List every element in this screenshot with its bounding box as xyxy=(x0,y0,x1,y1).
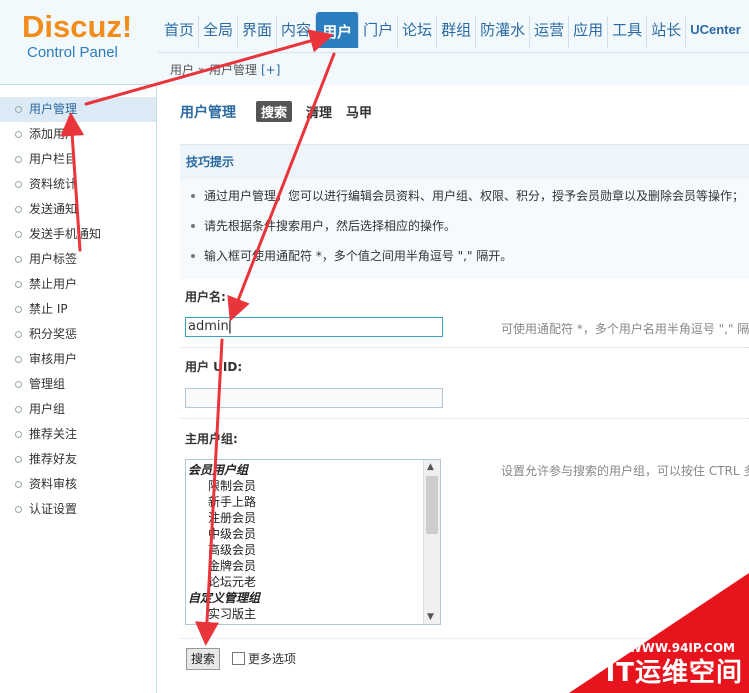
nav-tab-antispam[interactable]: 防灌水 xyxy=(476,16,531,48)
sidebar-item-send-sms[interactable]: 发送手机通知 xyxy=(0,222,156,247)
logo-brand: Discuz! xyxy=(22,9,133,44)
watermark-name: IT运维空间 xyxy=(605,658,743,688)
option-trainee-moderator[interactable]: 实习版主 xyxy=(188,606,420,622)
scroll-thumb[interactable] xyxy=(426,476,438,534)
nav-tab-webmaster[interactable]: 站长 xyxy=(647,16,687,48)
select-scrollbar[interactable]: ▲ ▼ xyxy=(423,460,440,624)
header: Discuz! Control Panel 首页 全局 界面 内容 用户 门户 … xyxy=(0,0,749,85)
option-senior-member[interactable]: 高级会员 xyxy=(188,542,420,558)
nav-tab-forum[interactable]: 论坛 xyxy=(398,16,438,48)
logo-subtitle: Control Panel xyxy=(27,44,118,61)
bullet-icon xyxy=(15,381,22,388)
watermark: WWW.94IP.COM IT运维空间 xyxy=(569,573,749,693)
bullet-icon xyxy=(15,106,22,113)
tips-heading: 技巧提示 xyxy=(180,145,749,179)
add-to-menu-link[interactable]: [+] xyxy=(261,63,280,77)
nav-tab-home[interactable]: 首页 xyxy=(160,16,200,48)
sidebar: 用户管理 添加用户 用户栏目 资料统计 发送通知 发送手机通知 用户标签 禁止用… xyxy=(0,85,157,693)
scroll-up-icon[interactable]: ▲ xyxy=(427,462,434,472)
nav-tab-tools[interactable]: 工具 xyxy=(608,16,648,48)
username-input[interactable]: admin| xyxy=(185,317,443,337)
page-tabs: 用户管理 搜索 清理 马甲 xyxy=(180,101,386,122)
sidebar-item-ban-user[interactable]: 禁止用户 xyxy=(0,272,156,297)
sidebar-item-user-fields[interactable]: 用户栏目 xyxy=(0,147,156,172)
sidebar-item-user-groups[interactable]: 用户组 xyxy=(0,397,156,422)
tip-item: 通过用户管理，您可以进行编辑会员资料、用户组、权限、积分，授予会员勋章以及删除会… xyxy=(188,183,749,213)
bullet-icon xyxy=(15,156,22,163)
sidebar-item-moderate-users[interactable]: 审核用户 xyxy=(0,347,156,372)
bullet-icon xyxy=(15,131,22,138)
bullet-icon xyxy=(15,456,22,463)
tab-clean[interactable]: 清理 xyxy=(306,102,332,121)
tab-search[interactable]: 搜索 xyxy=(256,101,293,122)
username-hint: 可使用通配符 *，多个用户名用半角逗号 "," 隔开 xyxy=(501,322,749,336)
bullet-icon xyxy=(15,231,22,238)
top-nav: 首页 全局 界面 内容 用户 门户 论坛 群组 防灌水 运营 应用 工具 站长 … xyxy=(160,8,745,48)
tab-sockpuppet[interactable]: 马甲 xyxy=(346,102,372,121)
sidebar-item-recommend-follow[interactable]: 推荐关注 xyxy=(0,422,156,447)
username-label: 用户名: xyxy=(185,290,226,304)
bullet-icon xyxy=(15,356,22,363)
tip-item: 输入框可使用通配符 *，多个值之间用半角逗号 "," 隔开。 xyxy=(188,243,749,273)
bullet-icon xyxy=(15,181,22,188)
sidebar-item-profile-stats[interactable]: 资料统计 xyxy=(0,172,156,197)
option-gold-member[interactable]: 金牌会员 xyxy=(188,558,420,574)
bullet-icon xyxy=(15,256,22,263)
nav-tab-group[interactable]: 群组 xyxy=(437,16,477,48)
more-options-checkbox[interactable]: 更多选项 xyxy=(232,650,296,667)
nav-tab-portal[interactable]: 门户 xyxy=(359,16,399,48)
bullet-icon xyxy=(15,506,22,513)
sidebar-item-user-manage[interactable]: 用户管理 xyxy=(0,97,156,122)
breadcrumb: 用户 » 用户管理 [+] xyxy=(170,61,280,78)
optgroup-member: 会员用户组 xyxy=(188,463,249,477)
sidebar-item-recommend-friends[interactable]: 推荐好友 xyxy=(0,447,156,472)
breadcrumb-bar: 用户 » 用户管理 [+] xyxy=(158,52,749,85)
more-options-label: 更多选项 xyxy=(248,652,297,666)
sidebar-item-user-tags[interactable]: 用户标签 xyxy=(0,247,156,272)
uid-input[interactable] xyxy=(185,388,443,408)
breadcrumb-path: 用户 » 用户管理 xyxy=(170,63,257,77)
sidebar-item-send-notice[interactable]: 发送通知 xyxy=(0,197,156,222)
bullet-icon xyxy=(15,281,22,288)
nav-tab-style[interactable]: 界面 xyxy=(238,16,278,48)
text-caret: | xyxy=(227,319,233,334)
nav-tab-operation[interactable]: 运营 xyxy=(530,16,570,48)
bullet-icon xyxy=(15,481,22,488)
divider xyxy=(180,418,749,419)
bullet-icon xyxy=(15,431,22,438)
sidebar-item-admin-groups[interactable]: 管理组 xyxy=(0,372,156,397)
divider xyxy=(180,347,749,348)
nav-tab-apps[interactable]: 应用 xyxy=(569,16,609,48)
nav-tab-content[interactable]: 内容 xyxy=(277,16,317,48)
sidebar-item-ban-ip[interactable]: 禁止 IP xyxy=(0,297,156,322)
sidebar-item-profile-review[interactable]: 资料审核 xyxy=(0,472,156,497)
bullet-icon xyxy=(15,206,22,213)
bullet-icon xyxy=(15,331,22,338)
option-forum-elder[interactable]: 论坛元老 xyxy=(188,574,420,590)
bullet-icon xyxy=(15,306,22,313)
sidebar-item-add-user[interactable]: 添加用户 xyxy=(0,122,156,147)
nav-tab-user[interactable]: 用户 xyxy=(316,12,360,48)
logo: Discuz! Control Panel xyxy=(22,10,142,62)
sidebar-item-verify-settings[interactable]: 认证设置 xyxy=(0,497,156,522)
nav-tab-ucenter[interactable]: UCenter xyxy=(686,16,745,48)
search-submit-button[interactable]: 搜索 xyxy=(186,648,221,670)
option-newbie[interactable]: 新手上路 xyxy=(188,494,420,510)
optgroup-custom-admin: 自定义管理组 xyxy=(188,591,261,605)
uid-label: 用户 UID: xyxy=(185,360,243,374)
bullet-icon xyxy=(15,406,22,413)
sidebar-item-credit-reward[interactable]: 积分奖惩 xyxy=(0,322,156,347)
page-title: 用户管理 xyxy=(180,104,236,121)
main-group-label: 主用户组: xyxy=(185,432,238,446)
tips-panel: 技巧提示 通过用户管理，您可以进行编辑会员资料、用户组、权限、积分，授予会员勋章… xyxy=(180,144,749,279)
main-group-select[interactable]: 会员用户组 限制会员 新手上路 注册会员 中级会员 高级会员 金牌会员 论坛元老… xyxy=(185,459,441,625)
scroll-down-icon[interactable]: ▼ xyxy=(427,612,434,622)
group-hint: 设置允许参与搜索的用户组，可以按住 CTRL 多选 xyxy=(501,464,749,478)
tip-item: 请先根据条件搜索用户，然后选择相应的操作。 xyxy=(188,213,749,243)
option-limited-member[interactable]: 限制会员 xyxy=(188,478,420,494)
option-registered-member[interactable]: 注册会员 xyxy=(188,510,420,526)
option-intermediate-member[interactable]: 中级会员 xyxy=(188,526,420,542)
nav-tab-global[interactable]: 全局 xyxy=(199,16,239,48)
checkbox-icon[interactable] xyxy=(232,652,245,665)
